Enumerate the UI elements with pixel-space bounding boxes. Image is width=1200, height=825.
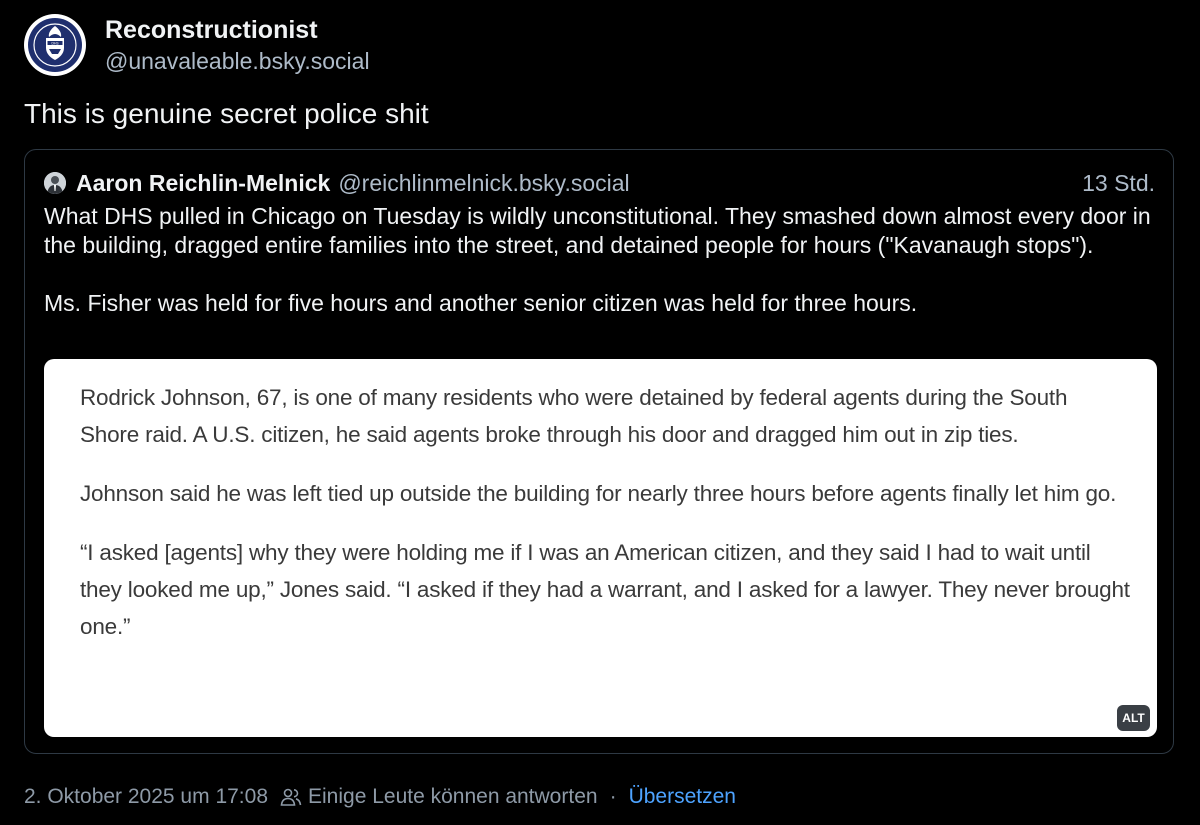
author-avatar[interactable]: DHS bbox=[24, 14, 86, 76]
separator-dot: · bbox=[609, 785, 617, 808]
translate-link[interactable]: Übersetzen bbox=[629, 785, 736, 809]
post-footer: 2. Oktober 2025 um 17:08 Einige Leute kö… bbox=[24, 782, 736, 812]
quoted-post[interactable]: Aaron Reichlin-Melnick @reichlinmelnick.… bbox=[24, 149, 1174, 754]
image-paragraph: Johnson said he was left tied up outside… bbox=[80, 481, 1117, 506]
quoted-post-text: What DHS pulled in Chicago on Tuesday is… bbox=[44, 202, 1154, 318]
alt-text-badge[interactable]: ALT bbox=[1117, 705, 1150, 731]
quoted-post-header: Aaron Reichlin-Melnick @reichlinmelnick.… bbox=[44, 166, 1155, 200]
dhs-seal-icon: DHS bbox=[25, 15, 85, 75]
post-date: 2. Oktober 2025 um 17:08 bbox=[24, 785, 268, 808]
svg-text:DHS: DHS bbox=[51, 41, 58, 45]
people-icon bbox=[280, 787, 302, 807]
quoted-author-display-name[interactable]: Aaron Reichlin-Melnick bbox=[76, 170, 330, 197]
quoted-post-paragraph: Ms. Fisher was held for five hours and a… bbox=[44, 290, 918, 316]
image-article-text: Rodrick Johnson, 67, is one of many resi… bbox=[80, 379, 1130, 645]
reply-setting[interactable]: Einige Leute können antworten bbox=[308, 785, 598, 809]
person-avatar-icon bbox=[44, 172, 66, 194]
quoted-post-paragraph: What DHS pulled in Chicago on Tuesday is… bbox=[44, 203, 1151, 258]
quoted-author-avatar[interactable] bbox=[44, 172, 66, 194]
post-page: DHS Reconstructionist @unavaleable.bsky.… bbox=[0, 0, 1200, 825]
author-handle[interactable]: @unavaleable.bsky.social bbox=[105, 46, 370, 76]
quoted-author-handle[interactable]: @reichlinmelnick.bsky.social bbox=[338, 170, 629, 197]
post-text: This is genuine secret police shit bbox=[24, 98, 429, 129]
author-info: Reconstructionist @unavaleable.bsky.soci… bbox=[105, 14, 370, 76]
post-header: DHS Reconstructionist @unavaleable.bsky.… bbox=[24, 14, 370, 76]
quoted-post-image[interactable]: Rodrick Johnson, 67, is one of many resi… bbox=[44, 359, 1157, 737]
quoted-post-timestamp[interactable]: 13 Std. bbox=[1082, 170, 1155, 197]
image-paragraph: Rodrick Johnson, 67, is one of many resi… bbox=[80, 385, 1068, 447]
author-display-name[interactable]: Reconstructionist bbox=[105, 14, 370, 46]
image-paragraph: “I asked [agents] why they were holding … bbox=[80, 540, 1130, 639]
